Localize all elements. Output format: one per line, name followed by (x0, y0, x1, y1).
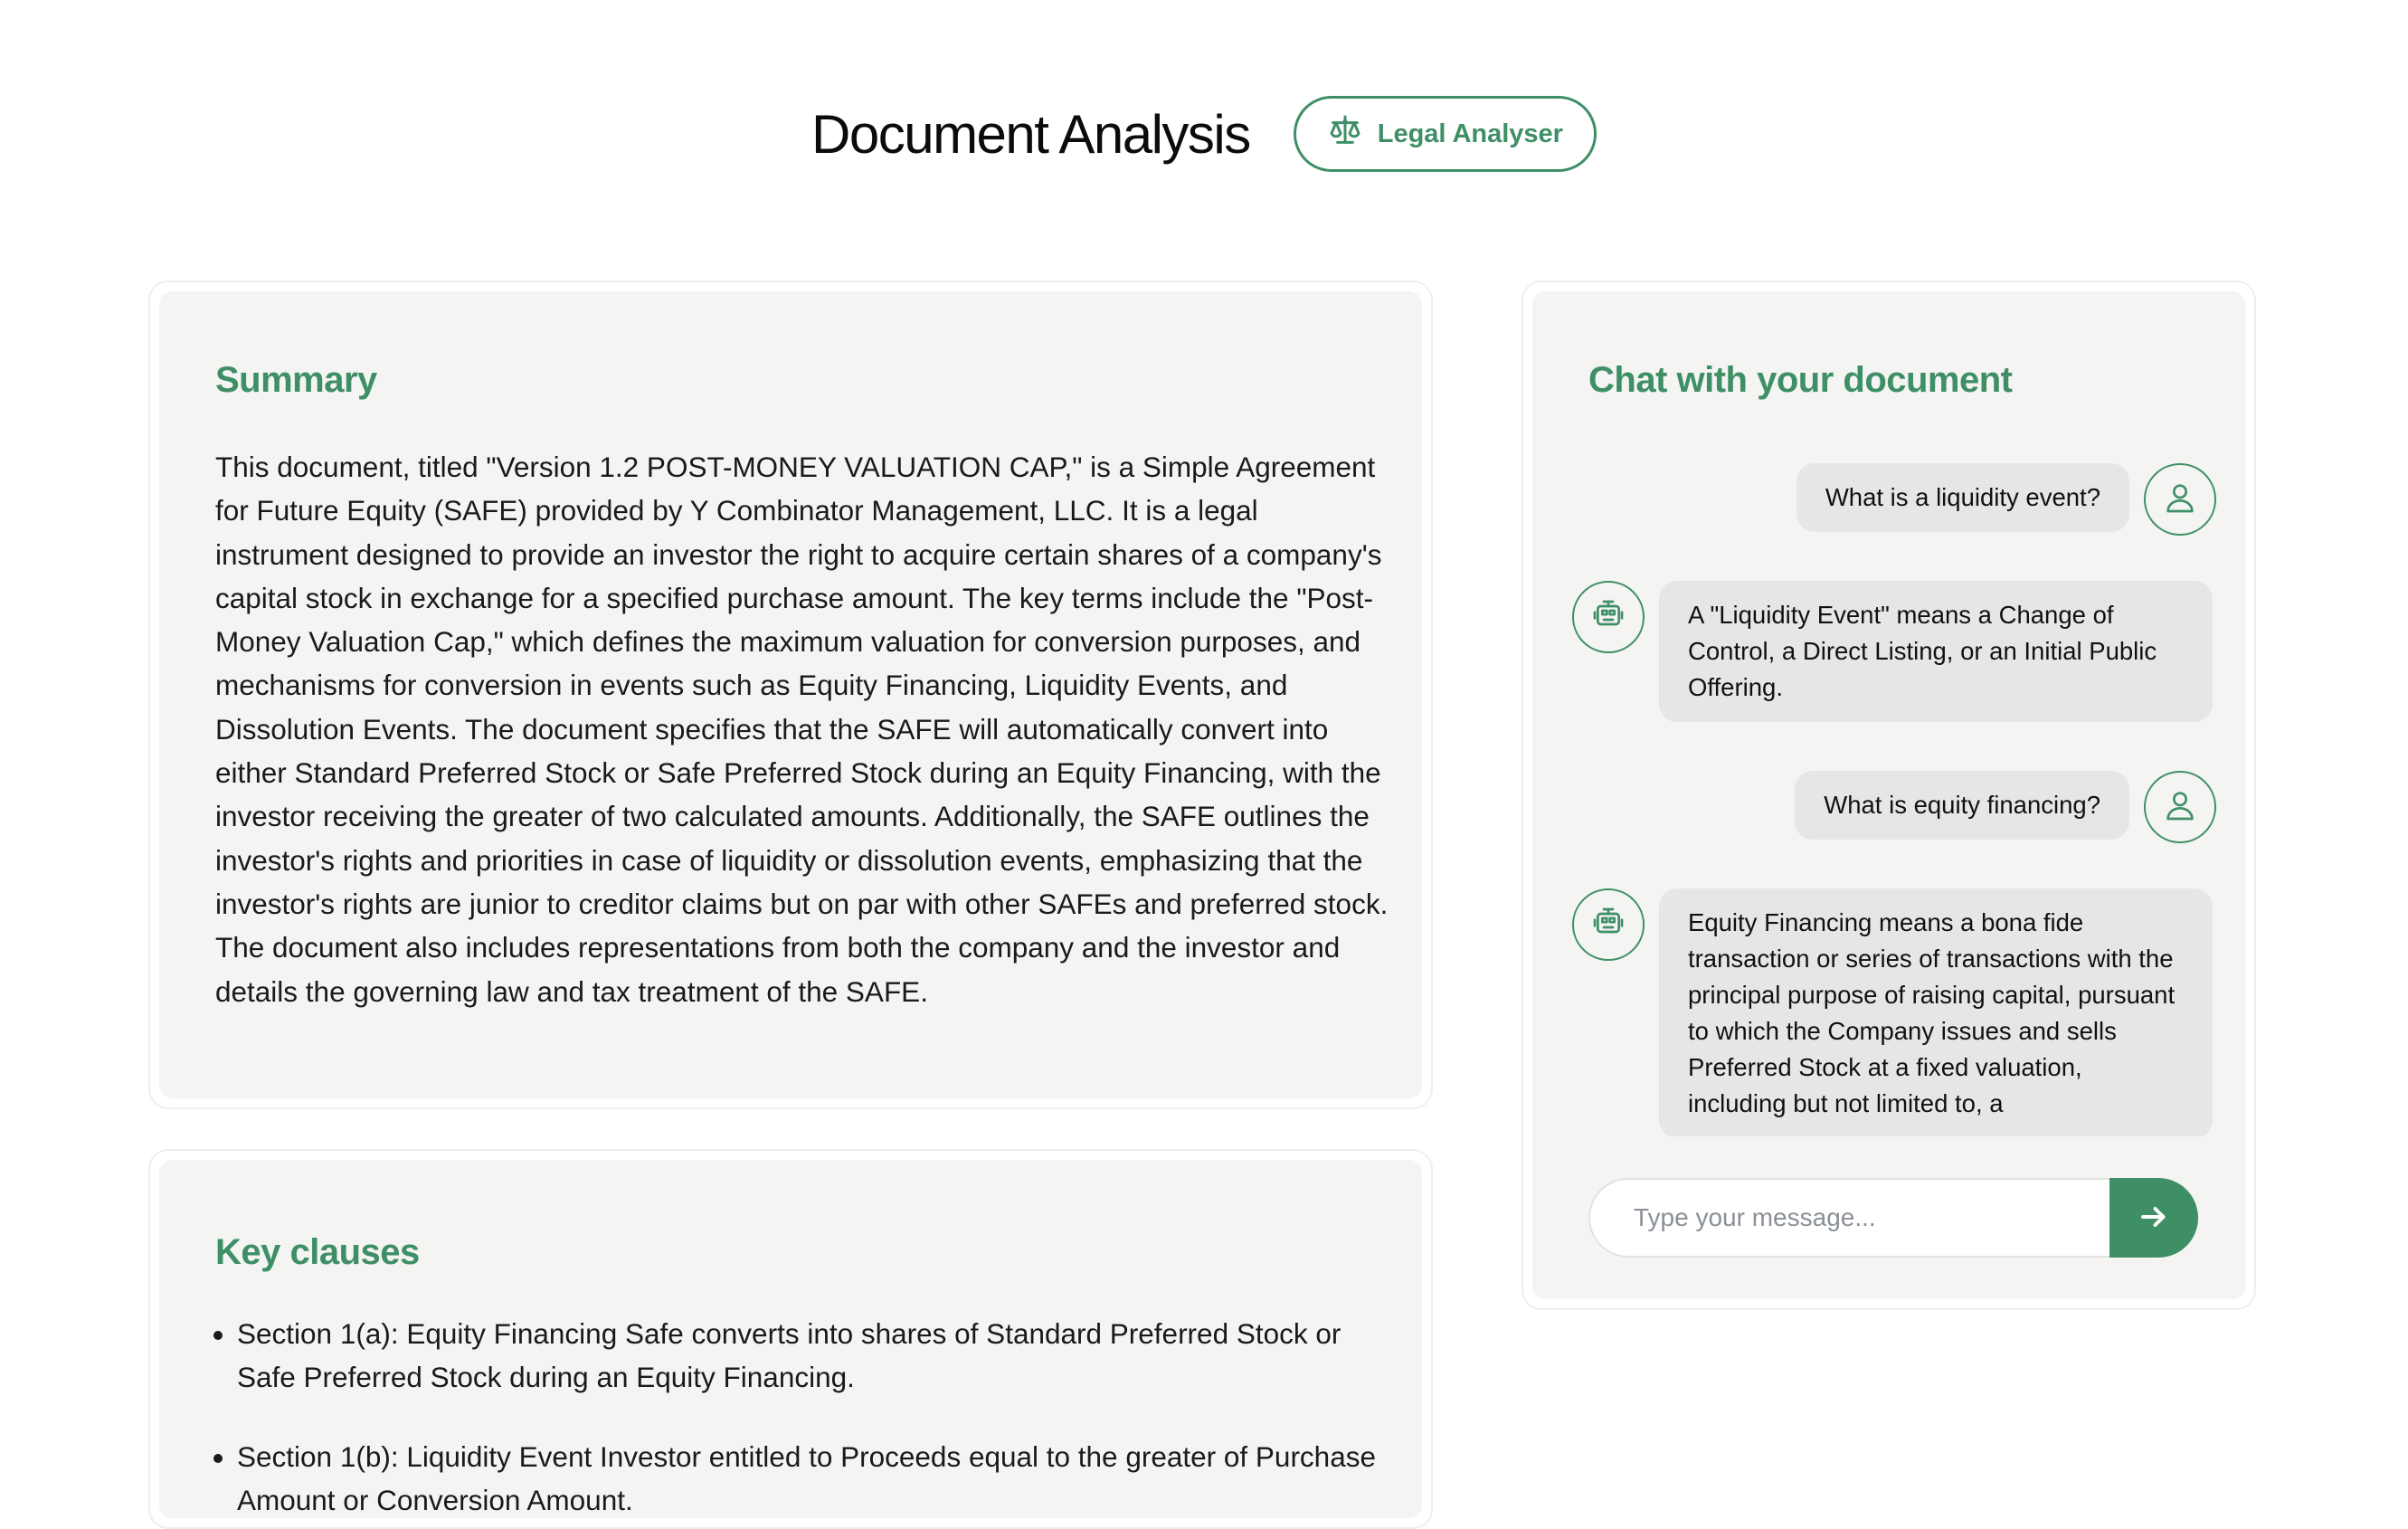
robot-icon (1590, 597, 1626, 638)
chat-message-assistant: Equity Financing means a bona fide trans… (1572, 888, 2213, 1136)
message-bubble: Equity Financing means a bona fide trans… (1659, 888, 2213, 1136)
chat-message-assistant: A "Liquidity Event" means a Change of Co… (1572, 581, 2213, 722)
user-avatar (2144, 463, 2216, 536)
chat-input-bar (1588, 1178, 2198, 1258)
user-avatar (2144, 771, 2216, 843)
clause-item: Section 1(b): Liquidity Event Investor e… (237, 1435, 1382, 1518)
robot-icon (1590, 905, 1626, 945)
scale-icon (1327, 112, 1363, 156)
key-clauses-card: Key clauses Section 1(a): Equity Financi… (148, 1149, 1433, 1529)
chat-card: Chat with your document What is a liquid… (1522, 280, 2256, 1310)
message-bubble: What is equity financing? (1795, 771, 2129, 840)
legal-analyser-badge[interactable]: Legal Analyser (1293, 96, 1597, 172)
chat-heading: Chat with your document (1588, 360, 2013, 400)
page-title: Document Analysis (811, 103, 1251, 165)
summary-card: Summary This document, titled "Version 1… (148, 280, 1433, 1109)
chat-message-user: What is equity financing? (1795, 771, 2216, 843)
page-header: Document Analysis Legal Analyser (0, 94, 2408, 174)
key-clauses-list: Section 1(a): Equity Financing Safe conv… (215, 1312, 1382, 1518)
badge-label: Legal Analyser (1377, 119, 1563, 148)
summary-heading: Summary (215, 360, 377, 400)
arrow-right-icon (2138, 1201, 2170, 1236)
assistant-avatar (1572, 888, 1645, 961)
assistant-avatar (1572, 581, 1645, 653)
message-input[interactable] (1588, 1178, 2109, 1258)
summary-text: This document, titled "Version 1.2 POST-… (215, 451, 1389, 1008)
chat-message-user: What is a liquidity event? (1796, 463, 2216, 536)
chat-messages[interactable]: What is a liquidity event? A "Liquidity … (1572, 463, 2216, 1136)
user-icon (2162, 480, 2198, 520)
clause-item: Section 1(a): Equity Financing Safe conv… (237, 1312, 1382, 1399)
send-button[interactable] (2109, 1178, 2198, 1258)
message-bubble: What is a liquidity event? (1796, 463, 2129, 532)
user-icon (2162, 787, 2198, 828)
key-clauses-heading: Key clauses (215, 1232, 420, 1272)
message-bubble: A "Liquidity Event" means a Change of Co… (1659, 581, 2213, 722)
